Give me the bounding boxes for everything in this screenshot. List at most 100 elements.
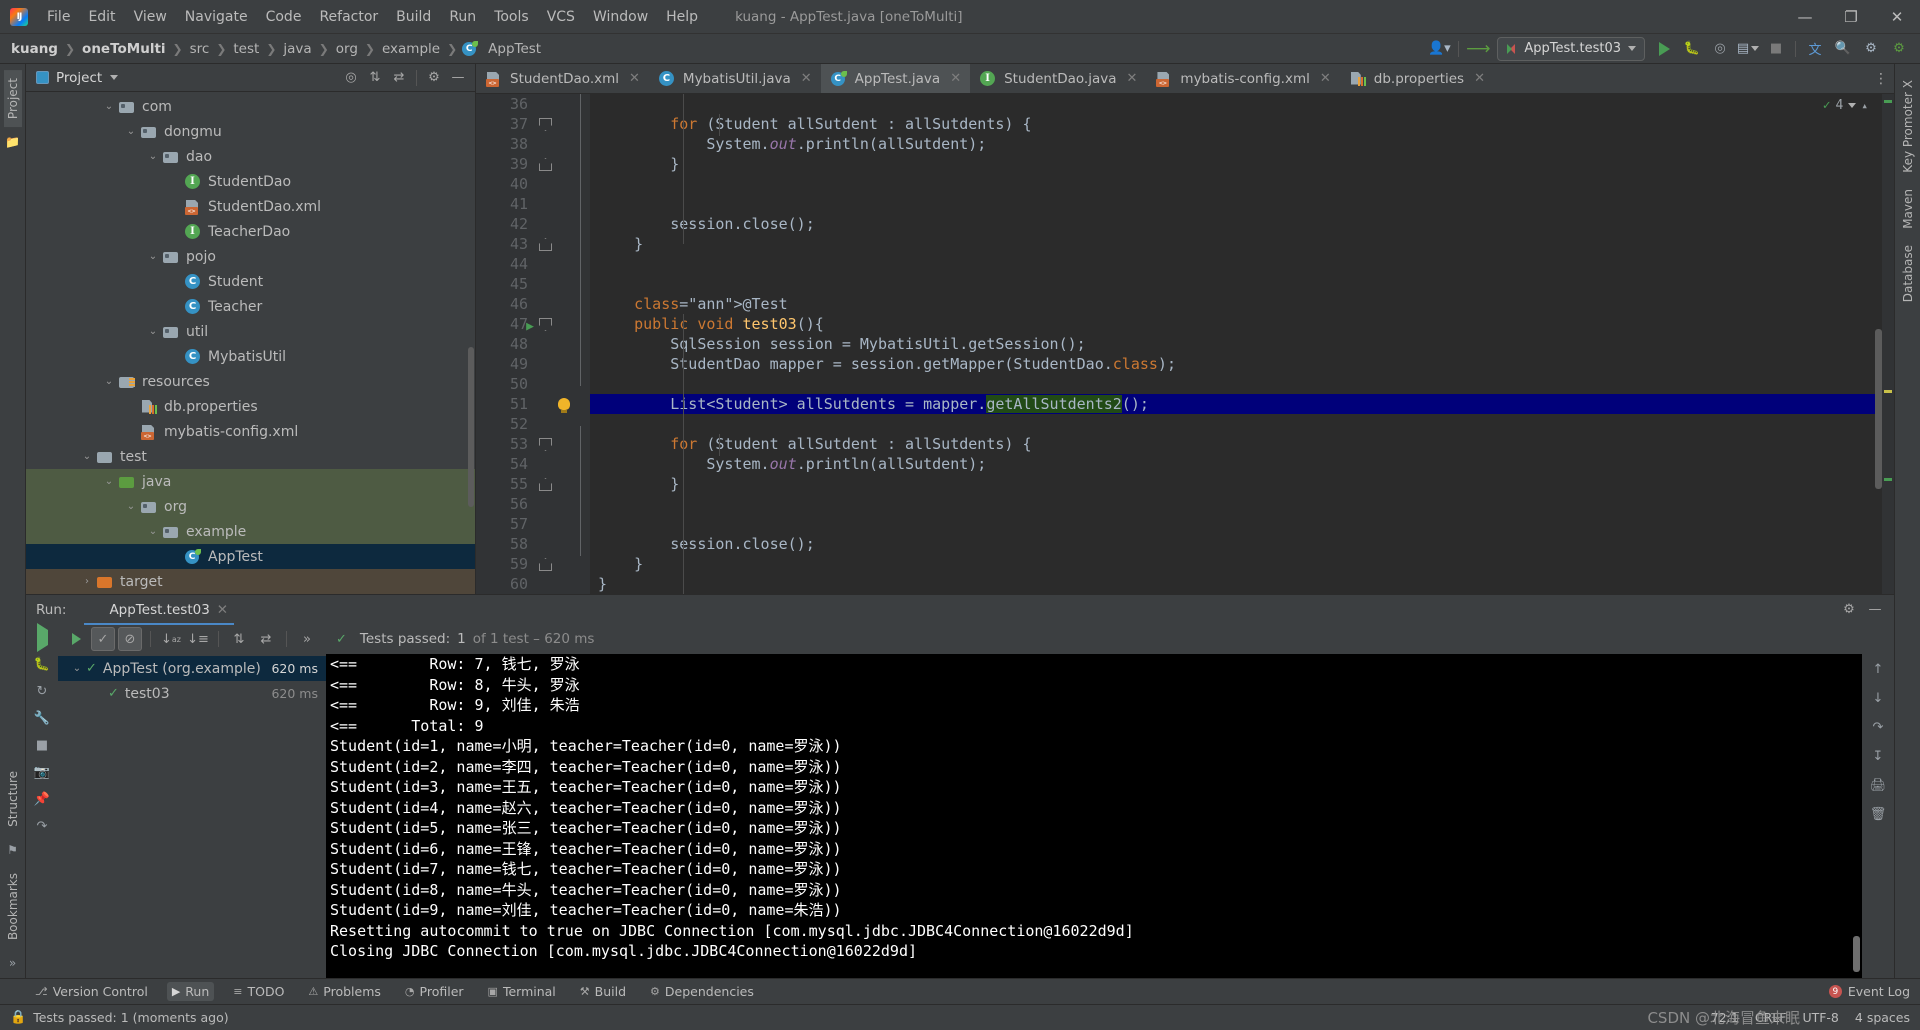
editor-gutter[interactable]: 36 37 38 39 40 41 42 43 44 45 46 47 ▶ 48 49 50 51 52 53 54 5… <box>476 94 572 594</box>
editor-tab-mybatisutil-java[interactable]: MybatisUtil.java ✕ <box>649 64 821 93</box>
console-output[interactable]: <== Row: 7, 钱七, 罗泳 <== Row: 8, 牛头, 罗泳 <== … <box>326 654 1862 978</box>
gutter-line-48[interactable]: 48 <box>476 334 572 354</box>
project-tree-item-dao[interactable]: ⌄ dao <box>26 144 475 169</box>
chevron-down-icon[interactable]: ⌄ <box>68 663 86 674</box>
menu-code[interactable]: Code <box>257 5 311 29</box>
breadcrumb-test[interactable]: test <box>230 39 262 59</box>
project-tree-item-apptest[interactable]: AppTest <box>26 544 475 569</box>
gutter-line-56[interactable]: 56 <box>476 494 572 514</box>
run-tab-apptest-test03[interactable]: AppTest.test03 ✕ <box>84 595 234 625</box>
project-tree-item-teacherdao[interactable]: TeacherDao <box>26 219 475 244</box>
sidebar-tab-maven[interactable]: Maven <box>1899 181 1917 237</box>
pin-icon[interactable]: 📌 <box>34 792 50 807</box>
gutter-line-54[interactable]: 54 <box>476 454 572 474</box>
show-passed-icon[interactable]: ✓ <box>91 627 115 651</box>
indent-setting[interactable]: 4 spaces <box>1855 1010 1910 1025</box>
chevron-down-icon[interactable]: ⌄ <box>100 376 118 387</box>
code-editor[interactable]: ✓ 4 ▴ for (Student allSutdent : allSutde… <box>590 94 1894 594</box>
breadcrumb-src[interactable]: src <box>187 39 213 59</box>
fold-region-start-icon[interactable] <box>539 438 552 451</box>
chevron-down-icon[interactable] <box>110 75 119 80</box>
project-tree-item-resources[interactable]: ⌄ resources <box>26 369 475 394</box>
more-icon[interactable]: » <box>295 627 319 651</box>
gutter-line-57[interactable]: 57 <box>476 514 572 534</box>
sort-alphabetically-icon[interactable]: ↓ az <box>159 627 183 651</box>
code-line-56[interactable] <box>590 494 1894 514</box>
stop-icon[interactable]: ■ <box>36 738 48 753</box>
editor-tab-apptest-java[interactable]: AppTest.java ✕ <box>820 64 971 93</box>
fold-region-start-icon[interactable] <box>539 118 552 131</box>
code-line-51[interactable]: List<Student> allSutdents = mapper.getAl… <box>590 394 1894 414</box>
chevron-down-icon[interactable]: ⌄ <box>100 101 118 112</box>
export-icon[interactable]: ↷ <box>37 819 48 834</box>
gutter-line-58[interactable]: 58 <box>476 534 572 554</box>
gutter-line-60[interactable]: 60 <box>476 574 572 594</box>
hide-icon[interactable]: — <box>1864 599 1886 621</box>
gutter-line-43[interactable]: 43 <box>476 234 572 254</box>
run-coverage-icon[interactable]: ◎ <box>1707 37 1733 61</box>
code-line-42[interactable]: session.close(); <box>590 214 1894 234</box>
code-line-41[interactable] <box>590 194 1894 214</box>
gutter-line-50[interactable]: 50 <box>476 374 572 394</box>
project-tree-scrollbar[interactable] <box>468 347 474 507</box>
chevron-down-icon[interactable]: ⌄ <box>122 501 140 512</box>
code-line-39[interactable]: } <box>590 154 1894 174</box>
gutter-line-49[interactable]: 49 <box>476 354 572 374</box>
gutter-line-40[interactable]: 40 <box>476 174 572 194</box>
menu-view[interactable]: View <box>125 5 176 29</box>
bookmarks-marker-icon[interactable]: ⚑ <box>7 843 18 857</box>
soft-wrap-icon[interactable]: ↷ <box>1873 720 1884 735</box>
close-icon[interactable]: ✕ <box>1320 71 1331 86</box>
project-tree-item-util[interactable]: ⌄ util <box>26 319 475 344</box>
menu-edit[interactable]: Edit <box>79 5 124 29</box>
gutter-line-42[interactable]: 42 <box>476 214 572 234</box>
menu-build[interactable]: Build <box>387 5 440 29</box>
stop-icon[interactable]: ■ <box>1763 37 1789 61</box>
expand-all-icon[interactable]: ⇅ <box>364 67 386 89</box>
rerun-failed-icon[interactable]: ↻ <box>37 684 48 699</box>
close-icon[interactable]: ✕ <box>629 71 640 86</box>
fold-region-end-icon[interactable] <box>539 478 552 491</box>
maximize-button[interactable]: ❐ <box>1828 0 1874 34</box>
rerun-icon[interactable] <box>64 627 88 651</box>
code-line-46[interactable]: class="ann">@Test <box>590 294 1894 314</box>
code-line-52[interactable] <box>590 414 1894 434</box>
file-encoding[interactable]: UTF-8 <box>1802 1010 1838 1025</box>
user-profile-icon[interactable]: 👤▾ <box>1426 37 1452 61</box>
menu-window[interactable]: Window <box>584 5 657 29</box>
breadcrumb-apptest[interactable]: AppTest <box>485 39 544 59</box>
test-results-tree[interactable]: ⌄ ✓ AppTest (org.example) 620 ms ✓ test03 620 … <box>58 654 326 978</box>
breadcrumb-example[interactable]: example <box>379 39 443 59</box>
project-tree-item-java[interactable]: ⌄ java <box>26 469 475 494</box>
debug-icon[interactable]: 🐛 <box>1679 37 1705 61</box>
close-button[interactable]: ✕ <box>1874 0 1920 34</box>
clear-all-icon[interactable]: 🗑 <box>1870 807 1887 822</box>
code-line-48[interactable]: SqlSession session = MybatisUtil.getSess… <box>590 334 1894 354</box>
settings-wrench-icon[interactable]: 🔧 <box>34 711 50 726</box>
gutter-line-37[interactable]: 37 <box>476 114 572 134</box>
gutter-line-41[interactable]: 41 <box>476 194 572 214</box>
code-line-57[interactable] <box>590 514 1894 534</box>
editor-tab-studentdao-xml[interactable]: StudentDao.xml ✕ <box>476 64 649 93</box>
run-test-gutter-icon[interactable]: ▶ <box>520 317 534 334</box>
gutter-line-46[interactable]: 46 <box>476 294 572 314</box>
code-line-45[interactable] <box>590 274 1894 294</box>
breadcrumb-org[interactable]: org <box>333 39 361 59</box>
gutter-line-59[interactable]: 59 <box>476 554 572 574</box>
intention-bulb-icon[interactable] <box>558 398 570 413</box>
tool-window-button-version-control[interactable]: ⎇ Version Control <box>30 982 153 1001</box>
screenshot-icon[interactable]: 📷 <box>34 765 50 780</box>
project-tree-item-mybatisutil[interactable]: MybatisUtil <box>26 344 475 369</box>
test-tree-item-test03[interactable]: ✓ test03 620 ms <box>58 681 326 706</box>
run-icon[interactable] <box>1651 37 1677 61</box>
close-icon[interactable]: ✕ <box>1474 71 1485 86</box>
code-line-49[interactable]: StudentDao mapper = session.getMapper(St… <box>590 354 1894 374</box>
project-tree[interactable]: ⌄com⌄dongmu⌄daoStudentDaoStudentDao.xmlT… <box>26 92 475 594</box>
lock-icon[interactable]: 🔒 <box>10 1010 26 1025</box>
breadcrumb-onetomulti[interactable]: oneToMulti <box>79 39 169 59</box>
chevron-down-icon[interactable] <box>1848 103 1857 108</box>
fold-region-end-icon[interactable] <box>539 238 552 251</box>
console-scrollbar[interactable] <box>1853 936 1860 972</box>
tool-window-button-run[interactable]: ▶ Run <box>166 982 215 1001</box>
code-line-59[interactable]: } <box>590 554 1894 574</box>
